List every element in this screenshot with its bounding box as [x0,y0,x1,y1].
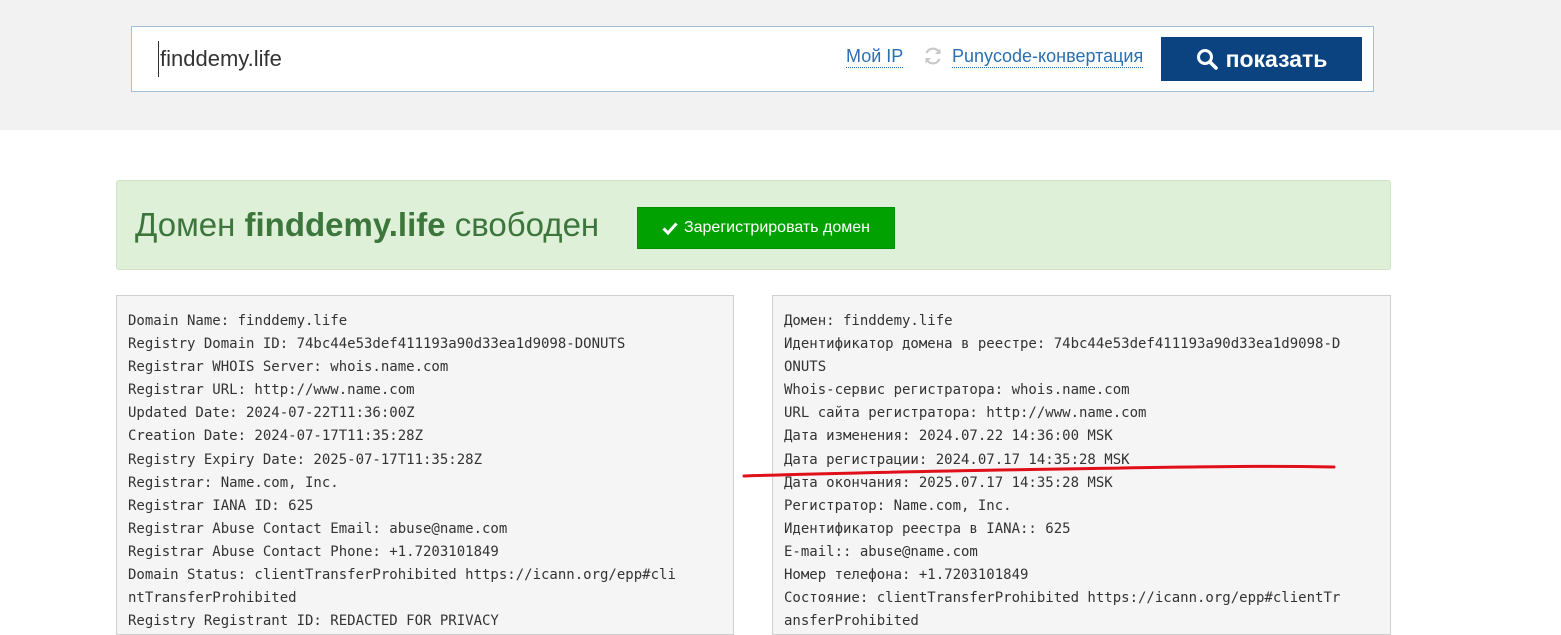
whois-line: E-mail:: abuse@name.com [784,543,978,560]
whois-line: ntTransferProhibited [128,590,297,607]
whois-line: ansferProhibited [784,613,919,630]
whois-line: Registrar URL: http://www.name.com [128,382,415,399]
heading-prefix: Домен [135,206,236,243]
register-domain-button[interactable]: Зарегистрировать домен [637,207,895,249]
availability-panel: Домен finddemy.life свободен Зарегистрир… [116,180,1391,270]
whois-line: URL сайта регистратора: http://www.name.… [784,405,1147,422]
availability-heading: Домен finddemy.life свободен [135,205,599,245]
heading-suffix: свободен [454,206,600,243]
whois-line: Registrar Abuse Contact Email: abuse@nam… [128,520,508,537]
show-button-label: показать [1225,45,1328,72]
whois-line: Creation Date: 2024-07-17T11:35:28Z [128,428,424,445]
whois-line: Дата регистрации: 2024.07.17 14:35:28 MS… [784,451,1130,468]
punycode-link[interactable]: Punycode-конвертация [952,45,1144,68]
refresh-icon [922,45,944,67]
whois-line: Domain Status: clientTransferProhibited … [128,567,676,584]
show-button[interactable]: показать [1161,37,1362,81]
whois-line: Whois-сервис регистратора: whois.name.co… [784,382,1130,399]
whois-raw-panel: Domain Name: finddemy.life Registry Doma… [116,295,734,635]
search-form: Мой IP Punycode-конвертация показать [131,26,1374,92]
whois-translated-panel: Домен: finddemy.life Идентификатор домен… [772,295,1391,635]
whois-line: Registrar: Name.com, Inc. [128,474,339,491]
whois-line: Идентификатор домена в реестре: 74bc44e5… [784,336,1341,353]
whois-line: Дата окончания: 2025.07.17 14:35:28 MSK [784,474,1113,491]
heading-domain: finddemy.life [244,206,446,243]
whois-line: Domain Name: finddemy.life [128,313,348,329]
whois-line: Registrar Abuse Contact Phone: +1.720310… [128,543,499,560]
whois-line: Идентификатор реестра в IANA:: 625 [784,520,1071,537]
whois-line: Дата изменения: 2024.07.22 14:36:00 MSK [784,428,1113,445]
whois-line: Registry Registrant ID: REDACTED FOR PRI… [128,613,499,630]
whois-line: ONUTS [784,359,827,376]
whois-line: Registrar WHOIS Server: whois.name.com [128,359,449,376]
register-button-label: Зарегистрировать домен [683,219,871,236]
search-icon [1196,49,1218,70]
whois-line: Registry Expiry Date: 2025-07-17T11:35:2… [128,451,483,468]
check-icon [662,222,678,235]
whois-line: Номер телефона: +1.7203101849 [784,567,1029,584]
whois-line: Registrar IANA ID: 625 [128,497,314,514]
whois-line: Домен: finddemy.life [784,313,953,329]
whois-line: Registry Domain ID: 74bc44e53def411193a9… [128,336,626,353]
whois-line: Состояние: clientTransferProhibited http… [784,590,1341,607]
whois-line: Регистратор: Name.com, Inc. [784,497,1012,514]
whois-line: Updated Date: 2024-07-22T11:36:00Z [128,405,415,422]
domain-search-input[interactable] [158,41,800,77]
my-ip-link[interactable]: Мой IP [846,45,904,68]
